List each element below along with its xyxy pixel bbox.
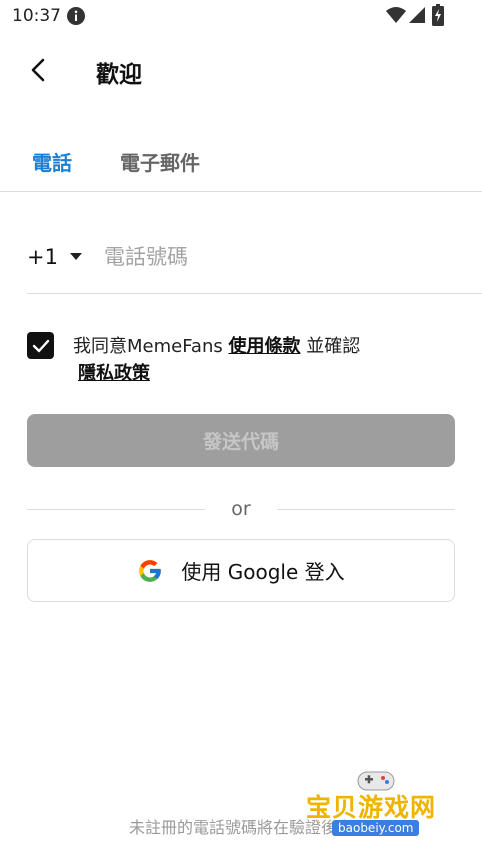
signal-icon (409, 7, 425, 23)
google-login-label: 使用 Google 登入 (181, 560, 345, 584)
agreement-prefix: 我同意MemeFans (73, 336, 223, 357)
wifi-icon (386, 7, 406, 23)
header: 歡迎 (0, 40, 482, 100)
google-logo-icon (139, 559, 162, 582)
status-bar: 10:37 (0, 0, 482, 32)
watermark-title: 宝贝游戏网 (306, 793, 437, 822)
agree-checkbox[interactable] (27, 332, 54, 359)
page-title: 歡迎 (96, 62, 142, 88)
send-code-button[interactable]: 發送代碼 (27, 414, 455, 467)
google-login-button[interactable]: 使用 Google 登入 (27, 539, 455, 602)
agreement-middle: 並確認 (306, 336, 361, 357)
agreement-text: 我同意MemeFans 使用條款 並確認 隱私政策 (73, 333, 473, 387)
chevron-left-icon (31, 58, 45, 82)
tab-email[interactable]: 電子郵件 (120, 140, 200, 191)
watermark-logo: 宝贝游戏网 baobeiy.com (300, 764, 460, 854)
privacy-policy-link[interactable]: 隱私政策 (78, 360, 150, 387)
tab-phone[interactable]: 電話 (32, 140, 72, 191)
watermark-url: baobeiy.com (332, 820, 420, 836)
info-icon (67, 7, 85, 25)
caret-down-icon (69, 253, 82, 260)
back-button[interactable] (20, 52, 56, 88)
country-code-selector[interactable]: +1 (27, 242, 82, 272)
phone-number-input[interactable] (104, 240, 464, 274)
login-method-tabs: 電話 電子郵件 (0, 140, 482, 192)
checkmark-icon (32, 339, 49, 352)
phone-input-row: +1 (27, 226, 482, 294)
country-code: +1 (27, 245, 58, 269)
or-divider: or (27, 496, 455, 524)
terms-of-use-link[interactable]: 使用條款 (228, 336, 300, 357)
status-time: 10:37 (12, 6, 61, 26)
divider-line-right (277, 509, 455, 510)
battery-icon (432, 4, 444, 26)
